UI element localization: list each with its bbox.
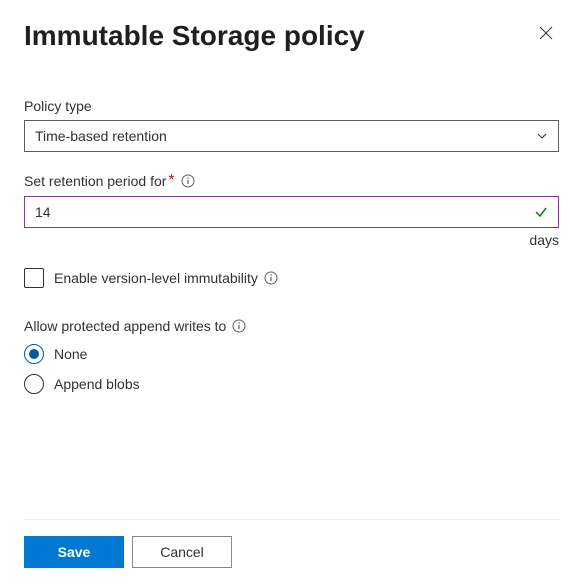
cancel-button[interactable]: Cancel [132, 536, 232, 568]
save-button[interactable]: Save [24, 536, 124, 568]
version-immutability-checkbox[interactable] [24, 268, 44, 288]
retention-label-row: Set retention period for * [24, 172, 559, 190]
info-icon[interactable] [232, 319, 246, 333]
policy-type-selected-text: Time-based retention [35, 128, 536, 144]
info-icon[interactable] [181, 174, 195, 188]
radio-append-label: Append blobs [54, 376, 140, 392]
immutable-storage-policy-panel: Immutable Storage policy Policy type Tim… [0, 0, 583, 586]
append-writes-label-row: Allow protected append writes to [24, 318, 559, 334]
panel-title: Immutable Storage policy [24, 20, 365, 52]
retention-input[interactable] [35, 204, 548, 220]
form-body: Policy type Time-based retention Set ret… [24, 98, 559, 519]
append-writes-group: Allow protected append writes to None A [24, 318, 559, 394]
version-immutability-label: Enable version-level immutability [54, 270, 258, 286]
radio-dot-icon [29, 349, 39, 359]
panel-header: Immutable Storage policy [24, 20, 559, 52]
version-immutability-checkbox-row[interactable]: Enable version-level immutability [24, 268, 559, 288]
append-writes-radio-none[interactable]: None [24, 344, 559, 364]
retention-field: Set retention period for * days [24, 172, 559, 248]
radio-circle [24, 344, 44, 364]
retention-input-wrap [24, 196, 559, 228]
required-star: * [168, 172, 174, 190]
chevron-down-icon [536, 130, 548, 142]
panel-footer: Save Cancel [24, 519, 559, 586]
check-icon [534, 205, 548, 219]
radio-none-label: None [54, 346, 87, 362]
info-icon[interactable] [264, 271, 278, 285]
close-icon [539, 26, 553, 40]
close-button[interactable] [533, 20, 559, 46]
retention-unit: days [24, 232, 559, 248]
retention-label: Set retention period for [24, 173, 166, 189]
radio-circle [24, 374, 44, 394]
policy-type-select[interactable]: Time-based retention [24, 120, 559, 152]
append-writes-label: Allow protected append writes to [24, 318, 226, 334]
policy-type-field: Policy type Time-based retention [24, 98, 559, 152]
append-writes-radio-append[interactable]: Append blobs [24, 374, 559, 394]
policy-type-label: Policy type [24, 98, 559, 114]
